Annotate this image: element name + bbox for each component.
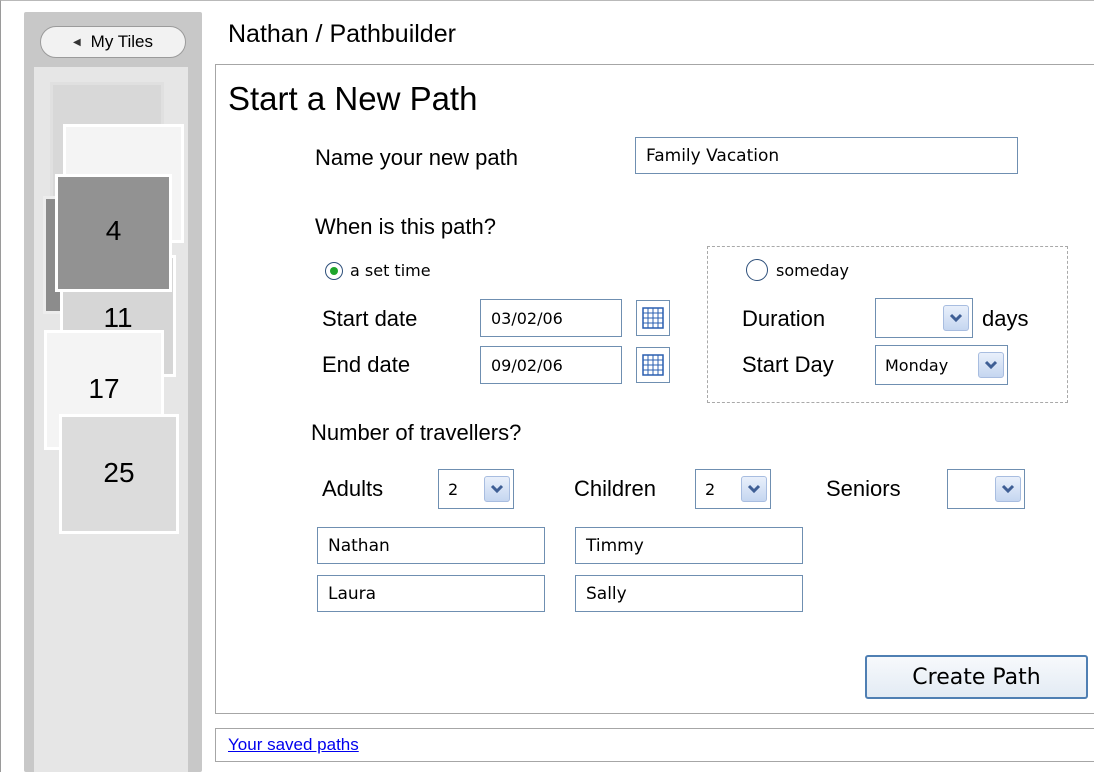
- child-name-input[interactable]: Sally: [575, 575, 803, 612]
- chevron-down-icon: [484, 476, 510, 502]
- chevron-down-icon: [978, 352, 1004, 378]
- adults-value: 2: [448, 479, 459, 499]
- radio-selected-dot: [330, 267, 338, 275]
- set-time-label: a set time: [350, 261, 431, 280]
- start-date-input[interactable]: 03/02/06: [480, 299, 622, 337]
- panel-title: Start a New Path: [228, 80, 478, 117]
- end-date-input[interactable]: 09/02/06: [480, 346, 622, 384]
- calendar-icon[interactable]: [636, 300, 670, 336]
- calendar-icon[interactable]: [636, 347, 670, 383]
- children-select[interactable]: 2: [695, 469, 771, 509]
- back-arrow-icon: ◀: [72, 36, 81, 48]
- seniors-select[interactable]: [947, 469, 1025, 509]
- start-day-value: Monday: [885, 355, 949, 375]
- tile[interactable]: 25: [59, 414, 179, 534]
- adults-label: Adults: [322, 476, 384, 501]
- tile-label: 25: [103, 457, 135, 488]
- adult-name-input[interactable]: Nathan: [317, 527, 545, 564]
- set-time-radio[interactable]: [325, 262, 343, 280]
- children-label: Children: [574, 476, 656, 501]
- adults-select[interactable]: 2: [438, 469, 514, 509]
- my-tiles-button[interactable]: ◀ My Tiles: [40, 26, 186, 58]
- path-name-label: Name your new path: [315, 145, 518, 170]
- path-name-input[interactable]: Family Vacation: [635, 137, 1018, 174]
- someday-radio[interactable]: [746, 259, 768, 281]
- end-date-label: End date: [322, 352, 411, 377]
- someday-label: someday: [776, 261, 849, 280]
- duration-label: Duration: [742, 306, 826, 331]
- travellers-label: Number of travellers?: [311, 420, 522, 445]
- chevron-down-icon: [741, 476, 767, 502]
- start-date-label: Start date: [322, 306, 418, 331]
- when-label: When is this path?: [315, 214, 496, 239]
- saved-paths-link[interactable]: Your saved paths: [228, 735, 359, 755]
- chevron-down-icon: [943, 305, 969, 331]
- children-value: 2: [705, 479, 716, 499]
- create-path-button[interactable]: Create Path: [865, 655, 1088, 699]
- tile-label: 4: [105, 215, 122, 246]
- child-name-input[interactable]: Timmy: [575, 527, 803, 564]
- adult-name-input[interactable]: Laura: [317, 575, 545, 612]
- chevron-down-icon: [995, 476, 1021, 502]
- start-day-label: Start Day: [742, 352, 834, 377]
- days-label: days: [982, 306, 1029, 331]
- my-tiles-label: My Tiles: [90, 32, 154, 51]
- breadcrumb: Nathan / Pathbuilder: [228, 20, 456, 48]
- tile[interactable]: 4: [55, 174, 172, 292]
- start-day-select[interactable]: Monday: [875, 345, 1008, 385]
- duration-select[interactable]: [875, 298, 973, 338]
- seniors-label: Seniors: [826, 476, 901, 501]
